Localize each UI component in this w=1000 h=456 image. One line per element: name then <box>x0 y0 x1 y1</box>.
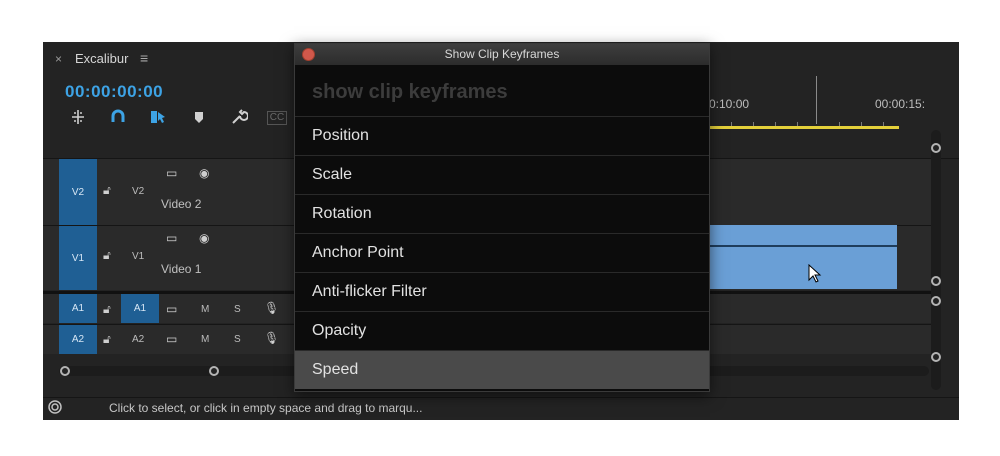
menu-item-position[interactable]: Position <box>295 116 709 155</box>
marker-icon[interactable] <box>188 106 210 128</box>
vertical-scrollbar[interactable] <box>931 130 941 390</box>
menu-item-rotation[interactable]: Rotation <box>295 194 709 233</box>
lock-icon[interactable]: 🔓︎ <box>103 248 111 263</box>
eye-icon[interactable]: ◉ <box>199 231 209 245</box>
playhead-timecode[interactable]: 00:00:00:00 <box>65 82 163 102</box>
ruler-time-label: 00:00:15: <box>875 97 926 111</box>
source-patch-a2[interactable]: A2 <box>59 325 97 354</box>
snap-icon[interactable] <box>67 106 89 128</box>
scrollbar-handle[interactable] <box>931 276 941 286</box>
track-name: Video 1 <box>161 262 202 276</box>
source-patch-a1[interactable]: A1 <box>59 294 97 323</box>
menu-item-anchor-point[interactable]: Anchor Point <box>295 233 709 272</box>
work-area-bar[interactable] <box>709 126 899 129</box>
search-input[interactable]: show clip keyframes <box>312 81 508 104</box>
source-patch-v2[interactable]: V2 <box>59 159 97 225</box>
status-message: Click to select, or click in empty space… <box>109 401 423 415</box>
menu-item-scale[interactable]: Scale <box>295 155 709 194</box>
menu-item-speed[interactable]: Speed <box>295 350 709 389</box>
scrollbar-handle[interactable] <box>931 143 941 153</box>
scrollbar-handle[interactable] <box>209 366 219 376</box>
playhead-line <box>816 76 817 124</box>
eye-icon[interactable]: ◉ <box>199 166 209 180</box>
creative-cloud-icon[interactable] <box>45 399 65 415</box>
wrench-icon[interactable] <box>228 106 250 128</box>
mute-button[interactable]: M <box>201 304 209 315</box>
captions-icon[interactable]: CC <box>267 111 287 125</box>
solo-button[interactable]: S <box>234 304 241 315</box>
track-target-v1[interactable]: V1 <box>132 251 144 262</box>
track-target-a2[interactable]: A2 <box>132 334 144 345</box>
track-target-v2[interactable]: V2 <box>132 186 144 197</box>
linked-selection-icon[interactable] <box>147 106 169 128</box>
mouse-cursor-icon <box>808 264 822 283</box>
menu-item-anti-flicker-filter[interactable]: Anti-flicker Filter <box>295 272 709 311</box>
show-clip-keyframes-popup: Show Clip Keyframes show clip keyframes … <box>294 43 710 392</box>
scrollbar-handle[interactable] <box>931 296 941 306</box>
scrollbar-handle[interactable] <box>931 352 941 362</box>
scrollbar-handle[interactable] <box>60 366 70 376</box>
track-target-a1[interactable]: A1 <box>121 294 159 323</box>
sequence-tab-title[interactable]: Excalibur <box>75 51 128 66</box>
mute-button[interactable]: M <box>201 334 209 345</box>
track-name: Video 2 <box>161 197 202 211</box>
panel-menu-icon[interactable]: ≡ <box>140 50 148 66</box>
close-tab-icon[interactable]: × <box>55 52 62 66</box>
popup-title: Show Clip Keyframes <box>295 44 709 65</box>
sync-lock-icon[interactable]: ▭ <box>166 231 177 245</box>
solo-button[interactable]: S <box>234 334 241 345</box>
sync-lock-icon[interactable]: ▭ <box>166 166 177 180</box>
microphone-icon[interactable]: 🎙︎ <box>264 301 279 315</box>
microphone-icon[interactable]: 🎙︎ <box>264 331 279 345</box>
lock-icon[interactable]: 🔓︎ <box>103 302 111 317</box>
close-button[interactable] <box>302 48 315 61</box>
menu-item-opacity[interactable]: Opacity <box>295 311 709 350</box>
magnet-icon[interactable] <box>107 106 129 128</box>
lock-icon[interactable]: 🔓︎ <box>103 332 111 347</box>
clip-keyframe-line[interactable] <box>709 245 897 247</box>
lock-icon[interactable]: 🔓︎ <box>103 183 111 198</box>
sync-lock-icon[interactable]: ▭ <box>166 302 177 316</box>
ruler-time-label: 0:10:00 <box>709 97 750 111</box>
source-patch-v1[interactable]: V1 <box>59 226 97 290</box>
video-clip[interactable] <box>709 225 897 289</box>
sync-lock-icon[interactable]: ▭ <box>166 332 177 346</box>
